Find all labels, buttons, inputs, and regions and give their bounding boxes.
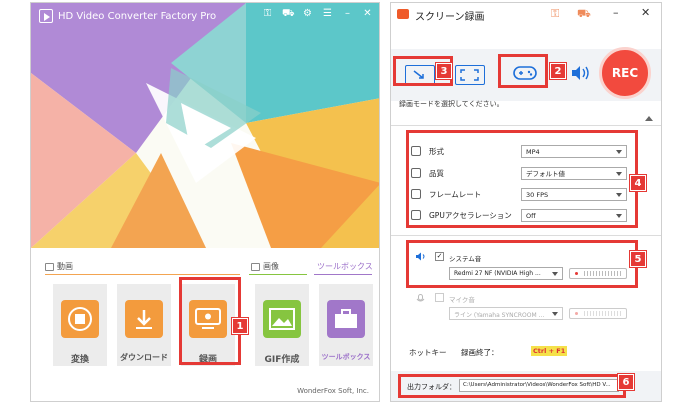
section-divider [45,274,240,275]
highlight-audio [406,240,638,288]
divider [391,235,661,236]
tile-download[interactable]: ダウンロード [117,284,171,366]
stop-record-label: 録画終了： [461,348,499,357]
fullscreen-mode-button[interactable] [455,65,485,85]
highlight-output-folder [398,374,626,398]
minimize-button[interactable]: – [342,8,353,21]
section-divider [314,274,372,275]
mic-audio-meter [569,308,627,319]
hero-art [31,3,379,248]
cart-icon[interactable]: ⛟ [282,8,295,21]
image-icon [263,300,301,338]
mic-audio-label: マイク音 [449,296,475,304]
mode-hint: 録画モードを選択してください。 [399,100,504,108]
badge-1: 1 [231,317,249,335]
section-divider [249,274,307,275]
mic-audio-device-select[interactable]: ライン (Yamaha SYNCROOM ... [449,307,563,320]
divider [391,125,661,126]
recorder-logo-icon [397,9,409,19]
stop-record-hotkey[interactable]: Ctrl + F1 [531,346,568,356]
menu-icon[interactable]: ☰ [322,8,333,21]
rec-button[interactable]: REC [599,47,651,99]
footer-brand: WonderFox Soft, Inc. [297,387,369,395]
video-section-icon [45,262,54,271]
tile-gif[interactable]: GIF作成 [255,284,309,366]
toolbox-icon [327,300,365,338]
highlight-settings [406,130,638,228]
highlight-game-mode [498,54,548,88]
film-convert-icon [61,300,99,338]
window-controls: ⚿ ⛟ ⚙ ☰ – ✕ [262,8,373,21]
microphone-icon [416,294,425,302]
mic-audio-checkbox[interactable] [435,293,444,302]
image-section-icon [251,262,260,271]
audio-mode-button[interactable] [569,63,591,83]
key-icon[interactable]: ⚿ [262,8,273,21]
section-toolbox: ツールボックス [317,262,373,271]
collapse-arrow-icon[interactable] [645,116,653,121]
app-title-text: HD Video Converter Factory Pro [58,10,217,22]
badge-6: 6 [617,373,635,391]
badge-2: 2 [549,62,567,80]
hotkey-label: ホットキー [409,348,447,357]
section-image: 画像 [251,261,279,272]
app-logo-icon [39,9,53,23]
section-video: 動画 [45,261,73,272]
app-title: HD Video Converter Factory Pro [39,9,216,23]
download-icon [125,300,163,338]
title-bar: スクリーン録画 ⚿ ⛟ – ✕ [391,3,661,25]
close-button[interactable]: ✕ [641,6,650,19]
badge-3: 3 [435,62,453,80]
tile-convert[interactable]: 変換 [53,284,107,366]
cart-icon[interactable]: ⛟ [577,7,591,22]
level-bars [584,311,622,316]
minimize-button[interactable]: – [613,6,619,19]
window-title: スクリーン録画 [415,12,485,23]
badge-5: 5 [629,250,647,268]
key-icon[interactable]: ⚿ [551,7,559,21]
level-dot-icon [575,312,578,315]
close-button[interactable]: ✕ [362,8,373,21]
settings-icon[interactable]: ⚙ [302,8,313,21]
badge-4: 4 [629,174,647,192]
tile-toolbox[interactable]: ツールボックス [319,284,373,366]
